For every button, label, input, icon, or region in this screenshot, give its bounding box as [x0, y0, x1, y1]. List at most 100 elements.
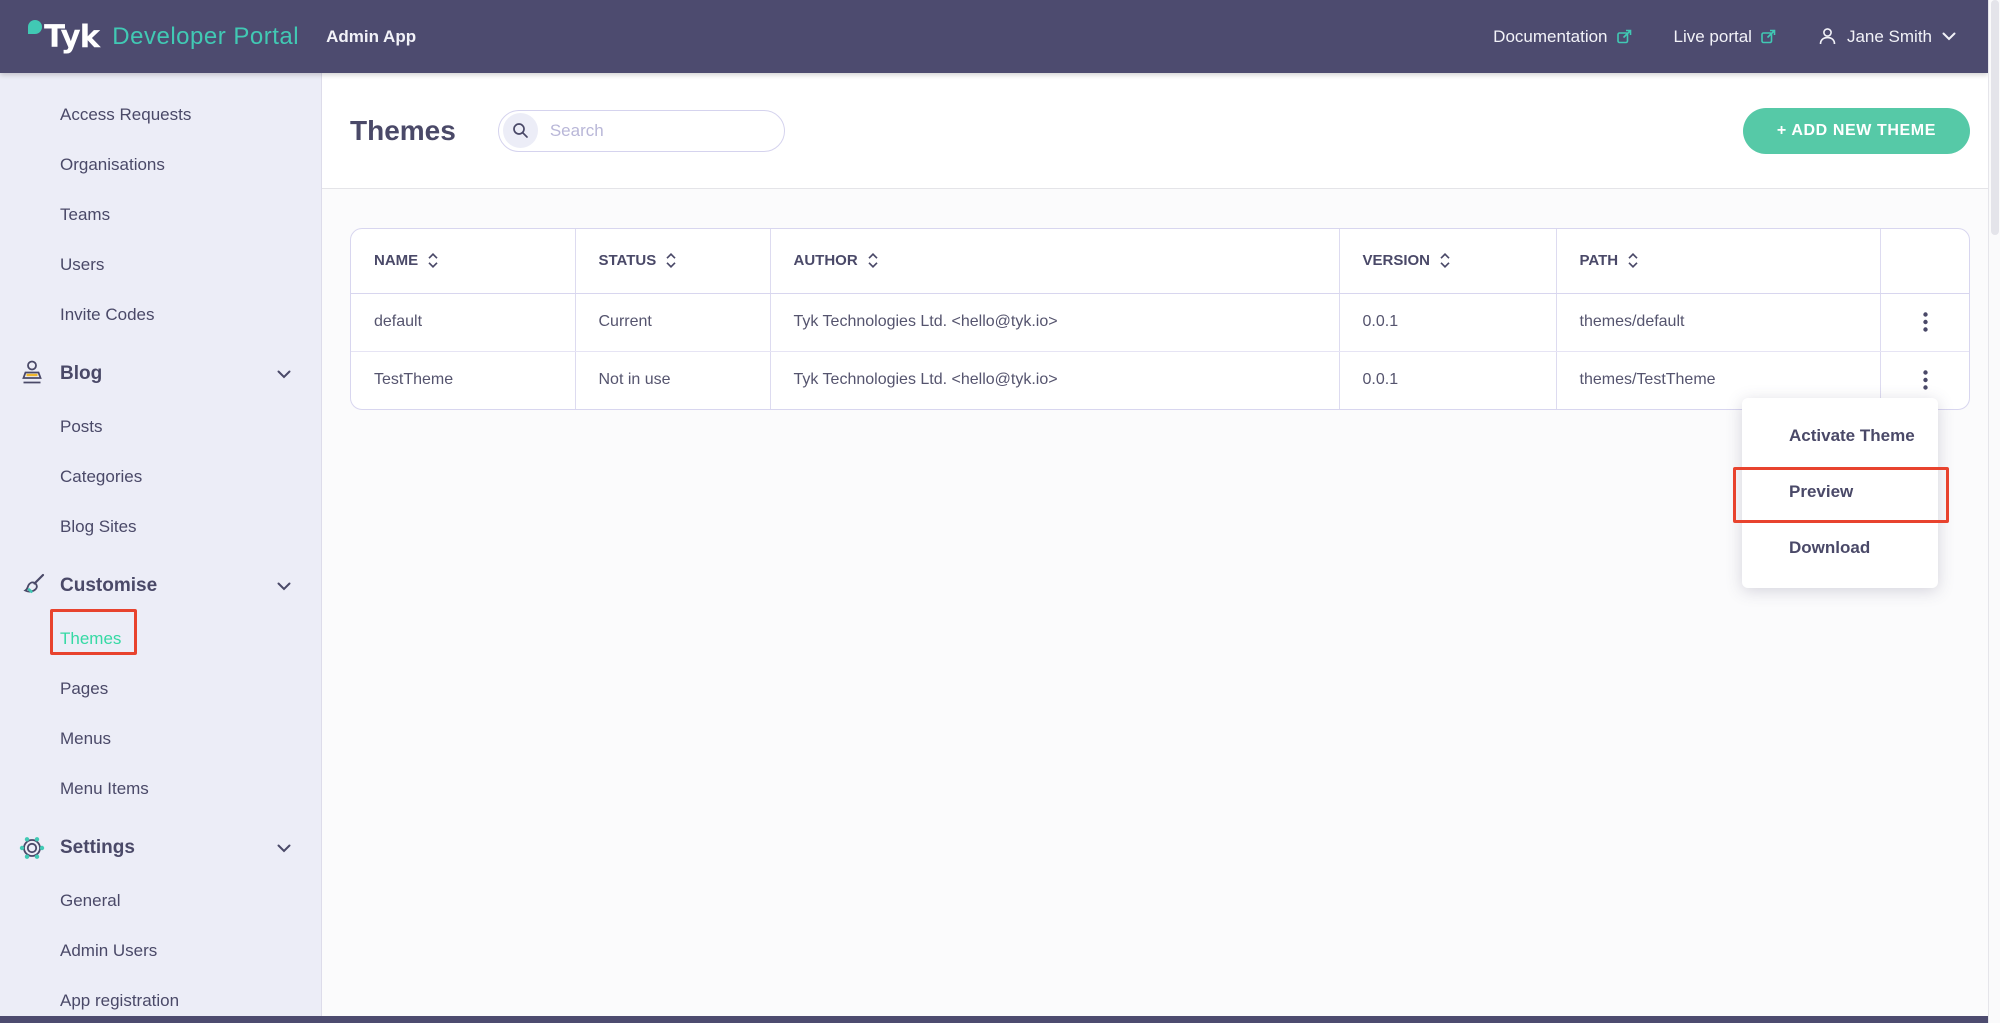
- sidebar-section-customise[interactable]: Customise: [0, 561, 321, 611]
- sidebar-item-menus[interactable]: Menus: [0, 714, 321, 764]
- vertical-scrollbar[interactable]: [1988, 0, 2000, 1023]
- sidebar-item-organisations[interactable]: Organisations: [0, 140, 321, 190]
- sidebar-item-label: Themes: [60, 629, 121, 649]
- sidebar-section-blog[interactable]: Blog: [0, 349, 321, 399]
- cell-status: Not in use: [575, 351, 770, 409]
- sidebar-section-label: Customise: [60, 575, 157, 597]
- column-label: NAME: [374, 252, 418, 269]
- menu-item-preview[interactable]: Preview: [1742, 464, 1938, 520]
- sidebar-item-teams[interactable]: Teams: [0, 190, 321, 240]
- row-actions-kebab-icon[interactable]: [1913, 306, 1938, 338]
- tyk-leaf-icon: [28, 20, 42, 34]
- sidebar-section-label: Blog: [60, 363, 102, 385]
- column-header-version[interactable]: VERSION: [1339, 229, 1556, 293]
- sidebar-item-menu-items[interactable]: Menu Items: [0, 764, 321, 814]
- sidebar-item-label: General: [60, 891, 120, 911]
- sidebar-item-label: Admin Users: [60, 941, 157, 961]
- sidebar-item-categories[interactable]: Categories: [0, 452, 321, 502]
- sidebar-item-label: Invite Codes: [60, 305, 155, 325]
- column-label: PATH: [1580, 252, 1619, 269]
- column-label: AUTHOR: [794, 252, 858, 269]
- column-header-actions: [1880, 229, 1970, 293]
- main-content: Themes + ADD NEW THEME NAME: [322, 73, 1988, 1016]
- sidebar-item-invite-codes[interactable]: Invite Codes: [0, 290, 321, 340]
- column-header-path[interactable]: PATH: [1556, 229, 1880, 293]
- chevron-down-icon: [277, 582, 291, 591]
- table-row: TestTheme Not in use Tyk Technologies Lt…: [351, 351, 1970, 409]
- user-icon: [1818, 27, 1837, 46]
- sidebar-item-label: Menu Items: [60, 779, 149, 799]
- sidebar-item-label: Teams: [60, 205, 110, 225]
- table-row: default Current Tyk Technologies Ltd. <h…: [351, 293, 1970, 351]
- column-header-name[interactable]: NAME: [351, 229, 575, 293]
- cell-author: Tyk Technologies Ltd. <hello@tyk.io>: [770, 351, 1339, 409]
- tyk-logo[interactable]: Tyk Developer Portal: [28, 19, 299, 55]
- product-name: Developer Portal: [112, 23, 299, 51]
- sidebar-item-label: Organisations: [60, 155, 165, 175]
- external-link-icon: [1761, 29, 1776, 44]
- documentation-link[interactable]: Documentation: [1493, 27, 1631, 47]
- sidebar-item-label: Posts: [60, 417, 103, 437]
- sidebar-item-label: Access Requests: [60, 105, 191, 125]
- live-portal-link[interactable]: Live portal: [1674, 27, 1776, 47]
- scrollbar-thumb[interactable]: [1991, 0, 1999, 235]
- add-new-theme-button[interactable]: + ADD NEW THEME: [1743, 108, 1970, 154]
- sort-icon: [1439, 253, 1451, 268]
- sidebar-item-users[interactable]: Users: [0, 240, 321, 290]
- sort-icon: [867, 253, 879, 268]
- user-name: Jane Smith: [1847, 27, 1932, 47]
- brand-name: Tyk: [44, 19, 99, 55]
- table-header-row: NAME STATUS AUTHOR VERSION: [351, 229, 1970, 293]
- themes-table: NAME STATUS AUTHOR VERSION: [350, 228, 1970, 410]
- page-header-band: Themes + ADD NEW THEME: [322, 73, 1988, 189]
- search-box: [498, 110, 785, 152]
- documentation-label: Documentation: [1493, 27, 1607, 47]
- sidebar-section-label: Settings: [60, 837, 135, 859]
- column-label: STATUS: [599, 252, 657, 269]
- sidebar-item-label: Users: [60, 255, 104, 275]
- cell-version: 0.0.1: [1339, 293, 1556, 351]
- sidebar-section-settings[interactable]: Settings: [0, 823, 321, 873]
- cell-version: 0.0.1: [1339, 351, 1556, 409]
- sidebar-item-pages[interactable]: Pages: [0, 664, 321, 714]
- external-link-icon: [1617, 29, 1632, 44]
- menu-item-activate-theme[interactable]: Activate Theme: [1742, 408, 1938, 464]
- sidebar-item-admin-users[interactable]: Admin Users: [0, 926, 321, 976]
- sidebar-item-label: Categories: [60, 467, 142, 487]
- column-label: VERSION: [1363, 252, 1431, 269]
- paintbrush-icon: [16, 571, 48, 601]
- sidebar: Access Requests Organisations Teams User…: [0, 73, 322, 1016]
- theme-actions-menu: Activate Theme Preview Download: [1742, 398, 1938, 588]
- row-actions-kebab-icon[interactable]: [1913, 364, 1938, 396]
- chevron-down-icon: [1942, 32, 1956, 41]
- sidebar-item-label: Blog Sites: [60, 517, 137, 537]
- sidebar-item-label: Menus: [60, 729, 111, 749]
- app-label: Admin App: [326, 27, 416, 47]
- menu-item-download[interactable]: Download: [1742, 520, 1938, 576]
- sidebar-item-access-requests[interactable]: Access Requests: [0, 90, 321, 140]
- cell-name: TestTheme: [351, 351, 575, 409]
- sidebar-item-blog-sites[interactable]: Blog Sites: [0, 502, 321, 552]
- sidebar-item-themes[interactable]: Themes: [0, 614, 321, 664]
- chevron-down-icon: [277, 844, 291, 853]
- sidebar-item-label: App registration: [60, 991, 179, 1011]
- search-input[interactable]: [550, 121, 760, 141]
- live-portal-label: Live portal: [1674, 27, 1752, 47]
- sidebar-item-posts[interactable]: Posts: [0, 402, 321, 452]
- cell-author: Tyk Technologies Ltd. <hello@tyk.io>: [770, 293, 1339, 351]
- page-title: Themes: [350, 115, 456, 147]
- sort-icon: [1627, 253, 1639, 268]
- blog-icon: [16, 359, 48, 389]
- sidebar-item-general[interactable]: General: [0, 876, 321, 926]
- top-nav: Documentation Live portal Jane Smith: [1493, 27, 1956, 47]
- column-header-status[interactable]: STATUS: [575, 229, 770, 293]
- sort-icon: [665, 253, 677, 268]
- search-icon: [503, 113, 538, 148]
- app-root: Tyk Developer Portal Admin App Documenta…: [0, 0, 2000, 1023]
- bottom-strip: [0, 1016, 1988, 1023]
- sidebar-item-label: Pages: [60, 679, 108, 699]
- user-menu[interactable]: Jane Smith: [1818, 27, 1956, 47]
- cell-status: Current: [575, 293, 770, 351]
- column-header-author[interactable]: AUTHOR: [770, 229, 1339, 293]
- cell-name: default: [351, 293, 575, 351]
